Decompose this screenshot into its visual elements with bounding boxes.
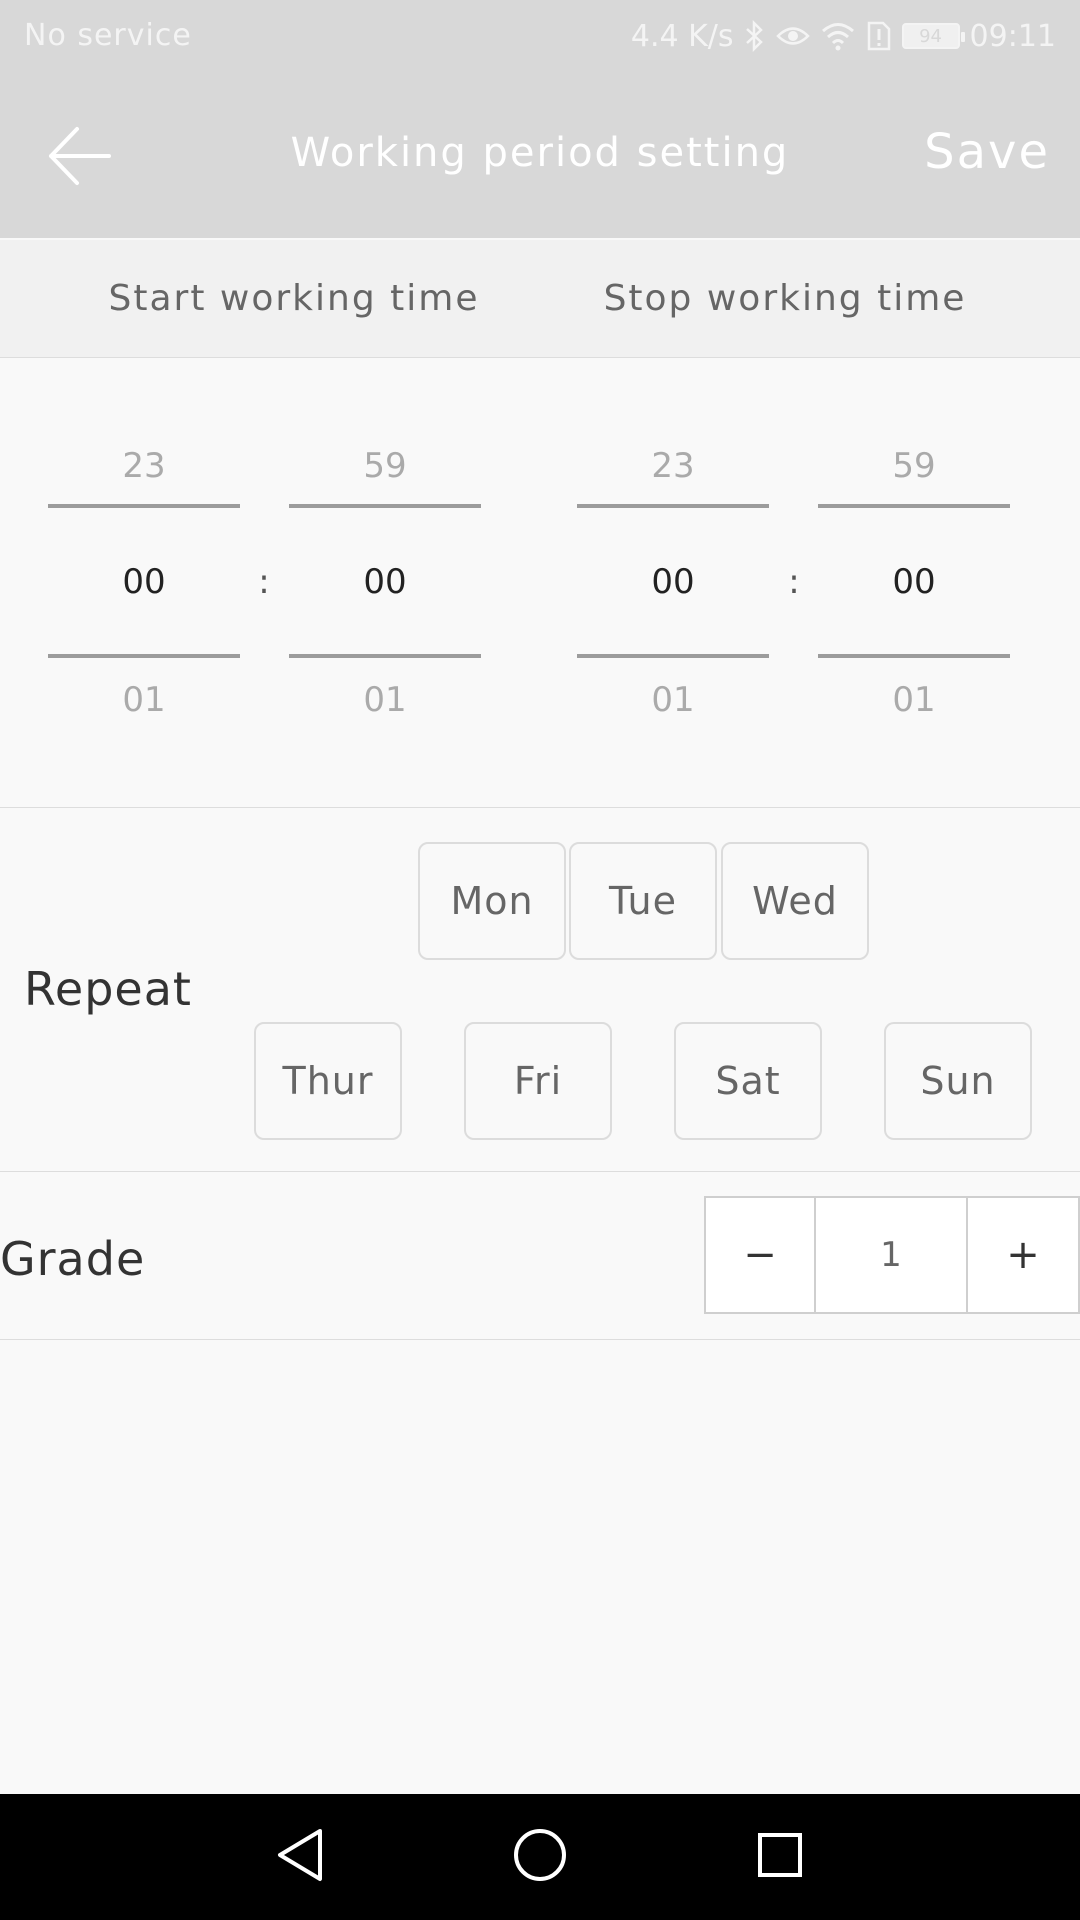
battery-level: 94: [919, 25, 942, 47]
picker-next-value[interactable]: 01: [289, 680, 481, 720]
picker-selected-value[interactable]: 00: [577, 562, 769, 602]
repeat-section: Repeat Mon Tue Wed Thur Fri Sat Sun: [0, 810, 1080, 1172]
picker-prev-value[interactable]: 59: [818, 446, 1010, 486]
grade-label: Grade: [0, 1232, 146, 1286]
day-button-thur[interactable]: Thur: [254, 1022, 402, 1140]
app-bar: Working period setting Save: [0, 74, 1080, 238]
nav-back-button[interactable]: [267, 1824, 333, 1890]
page-title: Working period setting: [290, 130, 790, 176]
picker-prev-value[interactable]: 59: [289, 446, 481, 486]
save-button[interactable]: Save: [924, 124, 1050, 180]
time-pickers: 23 00 01 : 59 00 01 23 00 01 : 59 00 01: [0, 358, 1080, 808]
repeat-label: Repeat: [24, 962, 192, 1016]
picker-divider: [289, 504, 481, 508]
grade-value[interactable]: 1: [816, 1198, 968, 1312]
time-header: Start working time Stop working time: [0, 240, 1080, 358]
status-bar: No service 4.4 K/s 94 09:11: [0, 0, 1080, 74]
day-button-wed[interactable]: Wed: [721, 842, 869, 960]
stop-working-time-label: Stop working time: [603, 278, 967, 319]
increment-button[interactable]: +: [968, 1198, 1078, 1312]
decrement-button[interactable]: −: [706, 1198, 816, 1312]
network-speed: 4.4 K/s: [630, 18, 734, 54]
eye-icon: [775, 23, 810, 49]
alert-icon: [866, 20, 892, 52]
day-button-sun[interactable]: Sun: [884, 1022, 1032, 1140]
picker-prev-value[interactable]: 23: [577, 446, 769, 486]
picker-divider: [818, 654, 1010, 658]
picker-prev-value[interactable]: 23: [48, 446, 240, 486]
day-button-sat[interactable]: Sat: [674, 1022, 822, 1140]
time-separator: :: [788, 562, 800, 602]
carrier-text: No service: [24, 18, 192, 53]
navigation-bar: [0, 1794, 1080, 1920]
battery-icon: 94: [901, 23, 965, 49]
nav-home-button[interactable]: [507, 1824, 573, 1890]
picker-next-value[interactable]: 01: [577, 680, 769, 720]
picker-divider: [289, 654, 481, 658]
day-button-tue[interactable]: Tue: [569, 842, 717, 960]
start-hour-picker[interactable]: 23 00 01: [48, 358, 240, 808]
picker-next-value[interactable]: 01: [48, 680, 240, 720]
picker-divider: [577, 654, 769, 658]
bluetooth-icon: [744, 20, 766, 52]
picker-divider: [48, 654, 240, 658]
day-button-mon[interactable]: Mon: [418, 842, 566, 960]
picker-selected-value[interactable]: 00: [818, 562, 1010, 602]
recents-square-icon: [752, 1827, 808, 1887]
wifi-icon: [820, 21, 856, 51]
grade-stepper: − 1 +: [704, 1196, 1080, 1314]
stop-hour-picker[interactable]: 23 00 01: [577, 358, 769, 808]
day-button-fri[interactable]: Fri: [464, 1022, 612, 1140]
picker-next-value[interactable]: 01: [818, 680, 1010, 720]
start-minute-picker[interactable]: 59 00 01: [289, 358, 481, 808]
picker-divider: [48, 504, 240, 508]
start-working-time-label: Start working time: [108, 278, 480, 319]
time-separator: :: [258, 562, 270, 602]
picker-selected-value[interactable]: 00: [289, 562, 481, 602]
grade-section: Grade − 1 +: [0, 1172, 1080, 1340]
back-triangle-icon: [272, 1825, 328, 1889]
picker-selected-value[interactable]: 00: [48, 562, 240, 602]
status-icons: 4.4 K/s 94 09:11: [631, 14, 1056, 58]
nav-recents-button[interactable]: [747, 1824, 813, 1890]
home-circle-icon: [510, 1825, 570, 1889]
clock: 09:11: [969, 18, 1056, 54]
picker-divider: [818, 504, 1010, 508]
picker-divider: [577, 504, 769, 508]
stop-minute-picker[interactable]: 59 00 01: [818, 358, 1010, 808]
